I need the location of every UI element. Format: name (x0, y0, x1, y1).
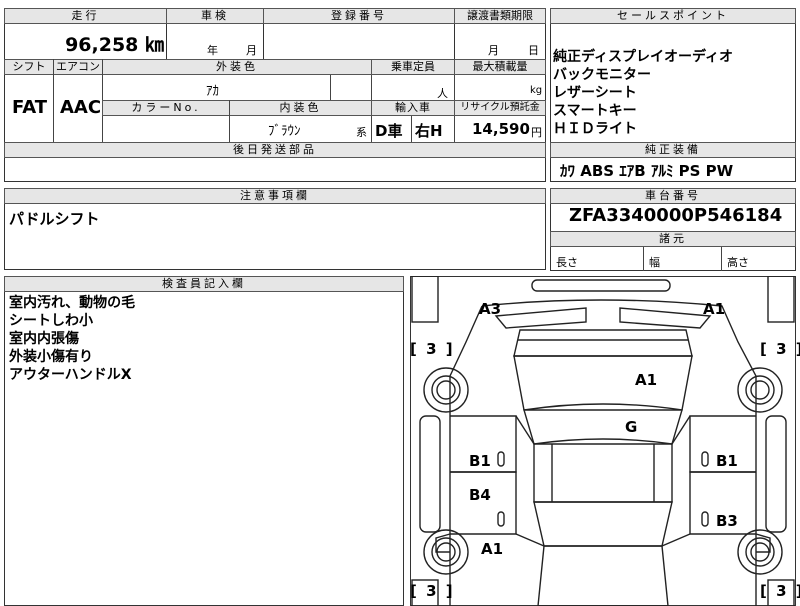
tire-front-left-value: 3 (426, 582, 439, 600)
interior-suffix: 系 (356, 126, 367, 139)
recycle-unit: 円 (531, 126, 542, 139)
sales-point-item: 純正ディスプレイオーディオ (553, 49, 734, 65)
genuine-equipment-header: 純正装備 (550, 142, 796, 158)
inspector-header: 検査員記入欄 (4, 276, 404, 292)
inspector-notes: 室内汚れ、動物の毛 シートしわ小 室内内張傷 外装小傷有り アウターハンドルX (9, 294, 135, 384)
tire-front-right-value: 3 (776, 582, 789, 600)
tire-front-left: [ 3 ] (410, 582, 455, 600)
car-diagram (411, 276, 795, 606)
sales-point-item: バックモニター (553, 67, 651, 83)
deadline-day-unit: 日 (528, 44, 539, 57)
spec-divider (411, 116, 412, 143)
mileage-header: 走行 (4, 8, 167, 24)
load-unit: kg (530, 85, 543, 96)
exterior-color-header: 外装色 (102, 59, 372, 75)
sales-points-header: セールスポイント (550, 8, 796, 24)
tire-rear-left-value: 3 (426, 340, 439, 358)
genuine-equipment-value: ｶﾜ ABS ｴｱB ｱﾙﾐ PS PW (560, 162, 734, 180)
inspection-year-unit: 年 (207, 44, 218, 57)
import-header: 輸入車 (371, 100, 455, 116)
color-no-header: カラーNo. (102, 100, 230, 116)
inspector-line: シートしわ小 (9, 313, 93, 329)
chassis-header: 車台番号 (550, 188, 796, 204)
deadline-month-unit: 月 (488, 44, 499, 57)
sales-point-item: レザーシート (553, 85, 637, 101)
dimensions-header: 諸元 (550, 231, 796, 247)
damage-mark-rear-glass: G (625, 418, 638, 436)
mileage-value: 96,258 ㎞ (65, 34, 164, 56)
notes-header: 注意事項欄 (4, 188, 546, 204)
recycle-header: リサイクル預託金 (454, 100, 546, 116)
aircon-value: AAC (60, 97, 102, 118)
dimensions-divider (643, 247, 644, 271)
exterior-color-value: ｱｶ (206, 84, 219, 99)
dimensions-divider (721, 247, 722, 271)
steering-value: 右H (415, 122, 443, 140)
interior-color-header: 内装色 (229, 100, 372, 116)
tire-rear-right: [ 3 ] (760, 340, 800, 358)
damage-mark-front-door-left: B4 (469, 486, 491, 504)
width-label: 幅 (649, 256, 660, 269)
tire-front-right: [ 3 ] (760, 582, 800, 600)
sales-point-item: スマートキー (553, 103, 637, 119)
inspection-month-unit: 月 (246, 44, 257, 57)
aircon-header: エアコン (53, 59, 103, 75)
damage-mark-front-fender-left: A1 (481, 540, 504, 558)
tire-rear-right-value: 3 (776, 340, 789, 358)
shift-header: シフト (4, 59, 54, 75)
damage-mark-trunk: A1 (635, 371, 658, 389)
height-label: 高さ (727, 256, 749, 269)
deadline-header: 譲渡書類期限 (454, 8, 546, 24)
inspector-line: 外装小傷有り (9, 349, 93, 365)
damage-mark-rear-door-left: B1 (469, 452, 491, 470)
damage-mark-rear-right: A1 (703, 300, 726, 318)
length-label: 長さ (556, 256, 578, 269)
chassis-value: ZFA3340000P546184 (569, 205, 783, 226)
tire-rear-left: [ 3 ] (410, 340, 455, 358)
interior-color-value: ﾌﾞﾗｳﾝ (268, 124, 301, 139)
max-load-header: 最大積載量 (454, 59, 546, 75)
damage-mark-rear-door-right: B1 (716, 452, 738, 470)
registration-header: 登録番号 (263, 8, 455, 24)
recycle-amount: 14,590 (472, 120, 530, 138)
sales-point-item: ＨＩＤライト (553, 121, 637, 137)
spec-divider (229, 100, 230, 143)
notes-value: パドルシフト (9, 210, 100, 228)
capacity-unit: 人 (437, 87, 448, 100)
damage-mark-rear-left: A3 (479, 300, 502, 318)
inspection-header: 車検 (166, 8, 264, 24)
damage-mark-front-door-right: B3 (716, 512, 738, 530)
import-dealer: D車 (375, 122, 403, 140)
later-parts-header: 後日発送部品 (4, 142, 546, 158)
shift-value: FAT (12, 97, 48, 118)
capacity-header: 乗車定員 (371, 59, 455, 75)
inspector-line: 室内内張傷 (9, 331, 79, 347)
inspector-line: 室内汚れ、動物の毛 (9, 295, 136, 311)
inspector-line: アウターハンドルX (9, 367, 132, 383)
spec-divider (330, 75, 331, 100)
sales-points-list: 純正ディスプレイオーディオ バックモニター レザーシート スマートキー ＨＩＤラ… (553, 48, 733, 138)
spec-divider (53, 59, 54, 143)
